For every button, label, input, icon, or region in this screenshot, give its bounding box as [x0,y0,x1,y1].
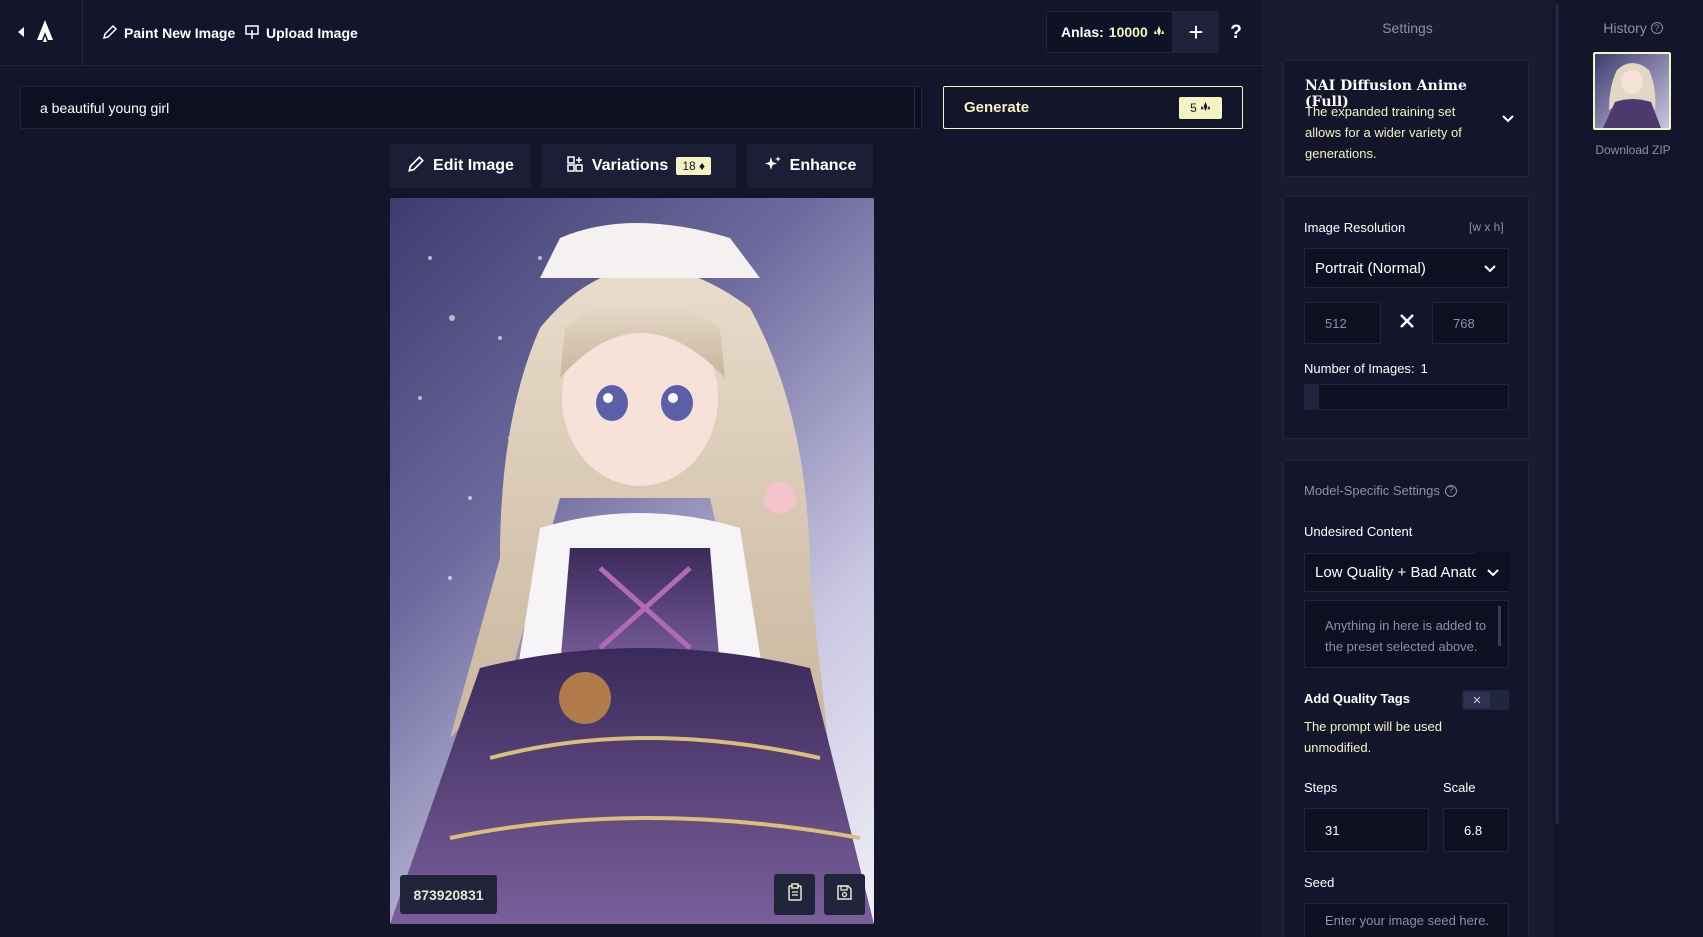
resolution-preset-value: Portrait (Normal) [1315,259,1426,277]
width-input[interactable]: 512 [1304,302,1381,344]
pen-icon [102,24,118,43]
info-icon[interactable]: ? [1650,22,1663,34]
history-title: History ? [1563,20,1703,36]
prompt-text: a beautiful young girl [40,100,170,116]
save-image-button[interactable] [824,874,865,915]
pen-icon [407,155,425,178]
chevron-down-icon [1476,552,1509,591]
undesired-content-textarea[interactable]: Anything in here is added to the preset … [1304,600,1509,668]
height-input[interactable]: 768 [1432,302,1509,344]
variations-icon [566,155,584,178]
scale-label: Scale [1443,780,1476,795]
number-of-images-label: Number of Images: 1 [1304,361,1428,376]
number-of-images-value: 1 [1420,361,1428,376]
upload-icon [244,24,260,43]
novelai-logo-icon[interactable] [34,19,56,43]
prompt-scroll-handle[interactable] [914,86,922,129]
anlas-icon [1153,24,1165,40]
info-icon[interactable]: ? [1444,484,1457,497]
generate-cost-badge: 5 [1179,97,1222,119]
generate-label: Generate [964,99,1030,116]
history-thumbnail[interactable] [1593,52,1671,130]
model-specific-title: Model-Specific Settings ? [1304,483,1457,498]
edit-image-button[interactable]: Edit Image [390,144,531,188]
undesired-content-label: Undesired Content [1304,524,1413,539]
generate-cost: 5 [1190,101,1197,115]
variations-label: Variations [591,157,669,174]
seed-label: Seed [1304,875,1335,890]
number-of-images-slider[interactable] [1304,384,1509,410]
save-icon [836,884,853,906]
image-resolution-label: Image Resolution [1304,220,1406,235]
model-description: The expanded training set allows for a w… [1305,104,1462,161]
anlas-icon [1200,101,1211,115]
variations-button[interactable]: Variations 18 ♦ [541,144,736,188]
quality-tags-description: The prompt will be used unmodified. [1304,719,1443,755]
edit-image-label: Edit Image [433,157,514,174]
slider-fill [1305,385,1320,409]
chevron-down-icon[interactable] [1500,110,1520,130]
resolution-preset-select[interactable]: Portrait (Normal) [1304,248,1509,288]
upload-image-button[interactable]: Upload Image [244,21,358,45]
clipboard-icon [787,883,803,906]
settings-scrollbar[interactable] [1555,4,1559,824]
seed-input[interactable]: Enter your image seed here. [1304,903,1509,937]
times-icon [1398,312,1418,332]
help-button[interactable]: ? [1225,18,1247,48]
buy-anlas-button[interactable]: + [1173,11,1219,53]
steps-input[interactable]: 31 [1304,808,1429,852]
steps-value: 31 [1325,822,1340,838]
settings-title: Settings [1382,20,1433,36]
steps-label: Steps [1304,780,1338,795]
generated-image[interactable] [390,198,874,924]
scale-value: 6.8 [1464,822,1483,838]
history-panel [1563,0,1703,937]
variations-cost-badge: 18 ♦ [676,157,712,175]
paint-new-image-button[interactable]: Paint New Image [102,21,235,45]
resolution-hint: [w x h] [1469,220,1504,234]
image-seed-chip[interactable]: 873920831 [400,875,497,914]
anlas-value: 10000 [1108,24,1148,40]
anlas-balance: Anlas: 10000 [1046,11,1173,53]
enhance-label: Enhance [789,157,857,174]
close-icon: ✕ [1464,692,1490,708]
add-quality-tags-label: Add Quality Tags [1304,691,1410,706]
copy-to-clipboard-button[interactable] [774,874,815,915]
sparkle-icon [764,155,782,178]
quality-tags-toggle[interactable]: ✕ [1462,690,1509,710]
download-zip-button[interactable]: Download ZIP [1563,143,1703,157]
back-arrow-icon[interactable] [16,22,26,42]
scale-input[interactable]: 6.8 [1443,808,1509,852]
chevron-down-icon [1482,260,1498,276]
upload-image-label: Upload Image [266,25,358,41]
textarea-scrollbar[interactable] [1498,606,1501,646]
variations-cost: 18 [682,159,696,173]
enhance-button[interactable]: Enhance [747,144,873,188]
divider [82,0,83,66]
anlas-label: Anlas: [1061,24,1104,40]
paint-new-image-label: Paint New Image [124,25,236,41]
undesired-preset-value: Low Quality + Bad Anato [1315,564,1480,581]
